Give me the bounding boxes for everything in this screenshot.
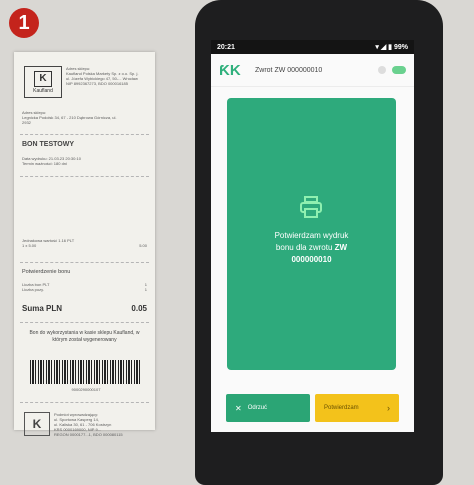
receipt-logo-text: Kaufland xyxy=(33,87,53,94)
reject-button-label: Odrzuć xyxy=(247,405,268,411)
receipt-item: Jednakowa wartość 1.16 PLT 1 x 5.00 5.00 xyxy=(22,238,147,248)
receipt-meta-line: Termin ważności: 180 dni xyxy=(22,161,67,166)
chevron-right-icon: › xyxy=(387,403,390,413)
confirm-line-2: bonu dla zwrotu ZW xyxy=(227,242,396,254)
step-number-badge: 1 xyxy=(9,8,39,38)
footer-logo-icon: K xyxy=(24,412,50,436)
kaufland-k-icon: K xyxy=(34,70,52,87)
status-time: 20:21 xyxy=(217,43,235,51)
receipt-summary-rows: Liczba bon PLT 1 Liczba pozy. 1 xyxy=(22,282,147,292)
receipt-summary-row: Liczba pozy. 1 xyxy=(22,287,147,292)
confirm-button-label: Potwierdzam xyxy=(324,405,359,411)
receipt-footer-line: REGON 0000177...1, BDO 000080115 xyxy=(54,432,123,437)
kaufland-logo: K Kaufland xyxy=(24,66,62,98)
printed-voucher-receipt: K Kaufland Adres sklepu: Kaufland Polska… xyxy=(14,52,155,437)
receipt-item-value: 5.00 xyxy=(139,243,147,248)
battery-icon: ▮ xyxy=(388,44,393,51)
receipt-address-line: 2932 xyxy=(22,120,31,125)
receipt-address: Adres sklepu: Legnicka Podolsk 34, 67 - … xyxy=(22,110,147,125)
receipt-summary-value: 1 xyxy=(144,287,147,292)
phone-screen: 20:21 ▾ ◢ ▮ 99% ƘK Zwrot ZW 000000010 Po… xyxy=(211,40,414,432)
receipt-header: Adres sklepu: Kaufland Polska Markety Sp… xyxy=(66,66,150,86)
reject-button[interactable]: ✕ Odrzuć xyxy=(226,394,310,422)
app-logo-icon: ƘK xyxy=(219,61,241,79)
confirm-line-1: Potwierdzam wydruk xyxy=(274,231,349,240)
printer-icon xyxy=(300,196,322,218)
barcode xyxy=(30,360,142,384)
receipt-divider xyxy=(20,322,149,323)
confirm-print-message: Potwierdzam wydruk bonu dla zwrotu ZW 00… xyxy=(227,230,396,266)
confirm-line-2-bold: ZW xyxy=(334,243,348,252)
menu-dot-icon[interactable] xyxy=(378,66,386,74)
app-header: ƘK Zwrot ZW 000000010 xyxy=(211,54,414,87)
battery-level: 99% xyxy=(393,44,408,51)
receipt-item-qty: 1 x 5.00 xyxy=(22,243,37,248)
receipt-meta: Data wydruku: 21.03.23 20:30:10 Termin w… xyxy=(22,156,147,166)
page-title: Zwrot ZW 000000010 xyxy=(255,66,323,74)
barcode-number: 9000290000107 xyxy=(71,387,101,392)
receipt-title: BON TESTOWY xyxy=(22,141,74,148)
receipt-sum-value: 0.05 xyxy=(131,304,147,313)
receipt-divider xyxy=(20,176,149,177)
signal-icon: ◢ xyxy=(380,44,387,51)
receipt-item-row: 1 x 5.00 5.00 xyxy=(22,243,147,248)
receipt-divider xyxy=(20,134,149,135)
receipt-footer: Podmiot wprowadzający: ul. Sportowa Kasp… xyxy=(54,412,150,437)
receipt-subtitle: Potwierdzenie bonu xyxy=(22,269,71,275)
receipt-divider xyxy=(20,402,149,403)
receipt-note: Bon do wykorzystania w kasie sklepu Kauf… xyxy=(29,330,140,343)
confirm-button[interactable]: Potwierdzam › xyxy=(315,394,399,422)
receipt-divider xyxy=(20,262,149,263)
receipt-sum-label: Suma PLN xyxy=(22,304,63,313)
receipt-sum: Suma PLN 0.05 xyxy=(22,304,147,313)
receipt-summary-label: Liczba pozy. xyxy=(22,287,44,292)
wifi-icon: ▾ xyxy=(375,44,379,51)
status-toggle[interactable] xyxy=(392,66,406,74)
confirm-line-2-text: bonu dla zwrotu xyxy=(275,243,333,252)
close-icon: ✕ xyxy=(235,403,242,413)
confirm-print-card: Potwierdzam wydruk bonu dla zwrotu ZW 00… xyxy=(227,98,396,370)
receipt-header-line: NIP 8992367273, BDO 000016185 xyxy=(66,81,128,86)
confirm-line-3: 000000010 xyxy=(291,255,332,264)
status-icons: ▾ ◢ ▮ 99% xyxy=(375,43,408,51)
status-bar: 20:21 ▾ ◢ ▮ 99% xyxy=(211,40,414,54)
